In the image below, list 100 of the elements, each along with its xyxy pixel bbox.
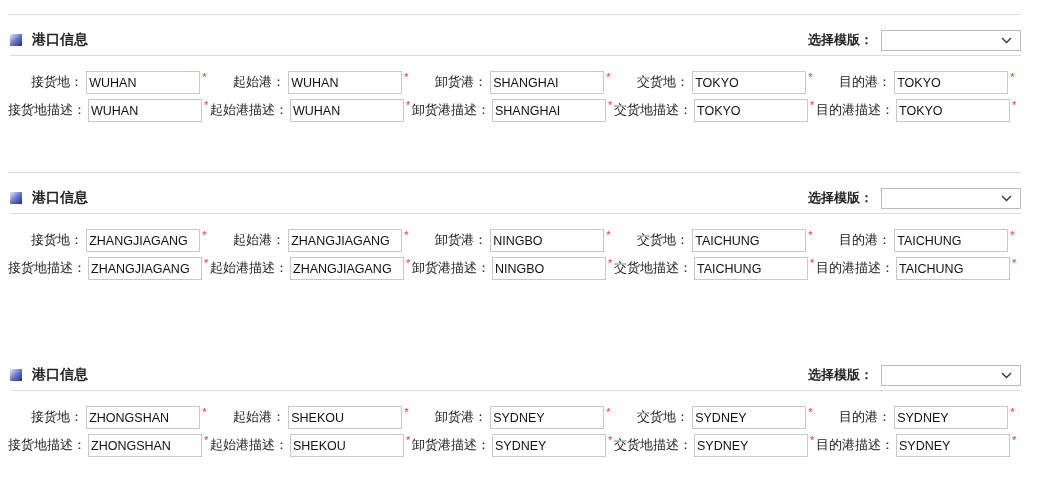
input-field[interactable]: ZHANGJIAGANG <box>288 229 403 252</box>
input-field[interactable]: SYDNEY <box>490 406 605 429</box>
required-mark: * <box>204 99 209 111</box>
input-field[interactable]: SYDNEY <box>694 434 808 457</box>
field-label: 接货地描述： <box>8 437 85 454</box>
field-label: 卸货港描述： <box>412 260 489 277</box>
field-label: 接货地描述： <box>8 102 85 119</box>
required-mark: * <box>404 229 409 241</box>
input-field[interactable]: TAICHUNG <box>692 229 807 252</box>
required-mark: * <box>1010 406 1015 418</box>
field-label: 起始港描述： <box>210 437 287 454</box>
section-title: 港口信息 <box>32 31 88 49</box>
input-field[interactable]: ZHANGJIAGANG <box>86 229 201 252</box>
field-label: 起始港描述： <box>210 102 287 119</box>
field-label: 起始港描述： <box>210 260 287 277</box>
required-mark: * <box>202 229 207 241</box>
input-field[interactable]: ZHANGJIAGANG <box>290 257 404 280</box>
field-label: 交货地描述： <box>614 102 691 119</box>
required-mark: * <box>810 434 815 446</box>
square-icon <box>10 34 22 46</box>
field-label: 交货地： <box>636 74 690 91</box>
chevron-down-icon <box>1001 371 1012 379</box>
input-field[interactable]: TAICHUNG <box>694 257 808 280</box>
required-mark: * <box>1010 71 1015 83</box>
input-field[interactable]: SYDNEY <box>896 434 1010 457</box>
field-label: 目的港描述： <box>816 437 893 454</box>
field-label: 卸货港描述： <box>412 437 489 454</box>
input-field[interactable]: TAICHUNG <box>896 257 1010 280</box>
input-field[interactable]: ZHONGSHAN <box>86 406 201 429</box>
input-field[interactable]: TOKYO <box>894 71 1009 94</box>
required-mark: * <box>1012 257 1017 269</box>
chevron-down-icon <box>1001 194 1012 202</box>
field-label: 起始港： <box>232 409 286 426</box>
required-mark: * <box>608 434 613 446</box>
field-label: 目的港： <box>838 74 892 91</box>
field-label: 卸货港描述： <box>412 102 489 119</box>
input-field[interactable]: TOKYO <box>692 71 807 94</box>
field-label: 接货地： <box>30 74 84 91</box>
required-mark: * <box>606 229 611 241</box>
field-label: 交货地描述： <box>614 260 691 277</box>
input-field[interactable]: SYDNEY <box>492 434 606 457</box>
required-mark: * <box>204 257 209 269</box>
required-mark: * <box>404 71 409 83</box>
required-mark: * <box>810 99 815 111</box>
required-mark: * <box>808 71 813 83</box>
required-mark: * <box>808 229 813 241</box>
input-field[interactable]: WUHAN <box>288 71 403 94</box>
required-mark: * <box>606 406 611 418</box>
input-field[interactable]: NINGBO <box>492 257 606 280</box>
input-field[interactable]: WUHAN <box>290 99 404 122</box>
input-field[interactable]: TAICHUNG <box>894 229 1009 252</box>
required-mark: * <box>1012 99 1017 111</box>
required-mark: * <box>608 99 613 111</box>
input-field[interactable]: ZHONGSHAN <box>88 434 202 457</box>
input-field[interactable]: SHANGHAI <box>492 99 606 122</box>
field-label: 交货地描述： <box>614 437 691 454</box>
required-mark: * <box>810 257 815 269</box>
field-label: 接货地： <box>30 232 84 249</box>
input-field[interactable]: SHANGHAI <box>490 71 605 94</box>
input-field[interactable]: TOKYO <box>896 99 1010 122</box>
field-label: 交货地： <box>636 409 690 426</box>
section-title: 港口信息 <box>32 366 88 384</box>
field-label: 交货地： <box>636 232 690 249</box>
required-mark: * <box>406 99 411 111</box>
required-mark: * <box>606 71 611 83</box>
required-mark: * <box>608 257 613 269</box>
required-mark: * <box>404 406 409 418</box>
input-field[interactable]: WUHAN <box>86 71 201 94</box>
template-dropdown[interactable] <box>881 29 1021 51</box>
input-field[interactable]: SHEKOU <box>290 434 404 457</box>
chevron-down-icon <box>1001 36 1012 44</box>
square-icon <box>10 369 22 381</box>
field-label: 卸货港： <box>434 74 488 91</box>
input-field[interactable]: SYDNEY <box>692 406 807 429</box>
input-field[interactable]: SYDNEY <box>894 406 1009 429</box>
template-label: 选择模版： <box>808 366 873 384</box>
input-field[interactable]: SHEKOU <box>288 406 403 429</box>
template-dropdown[interactable] <box>881 187 1021 209</box>
field-label: 接货地描述： <box>8 260 85 277</box>
input-field[interactable]: WUHAN <box>88 99 202 122</box>
field-label: 卸货港： <box>434 409 488 426</box>
field-label: 目的港描述： <box>816 102 893 119</box>
input-field[interactable]: NINGBO <box>490 229 605 252</box>
required-mark: * <box>406 434 411 446</box>
section-title: 港口信息 <box>32 189 88 207</box>
field-label: 目的港： <box>838 409 892 426</box>
field-label: 起始港： <box>232 74 286 91</box>
template-dropdown[interactable] <box>881 364 1021 386</box>
input-field[interactable]: ZHANGJIAGANG <box>88 257 202 280</box>
required-mark: * <box>202 406 207 418</box>
template-label: 选择模版： <box>808 31 873 49</box>
field-label: 卸货港： <box>434 232 488 249</box>
input-field[interactable]: TOKYO <box>694 99 808 122</box>
template-label: 选择模版： <box>808 189 873 207</box>
required-mark: * <box>406 257 411 269</box>
required-mark: * <box>202 71 207 83</box>
required-mark: * <box>204 434 209 446</box>
field-label: 起始港： <box>232 232 286 249</box>
required-mark: * <box>808 406 813 418</box>
square-icon <box>10 192 22 204</box>
